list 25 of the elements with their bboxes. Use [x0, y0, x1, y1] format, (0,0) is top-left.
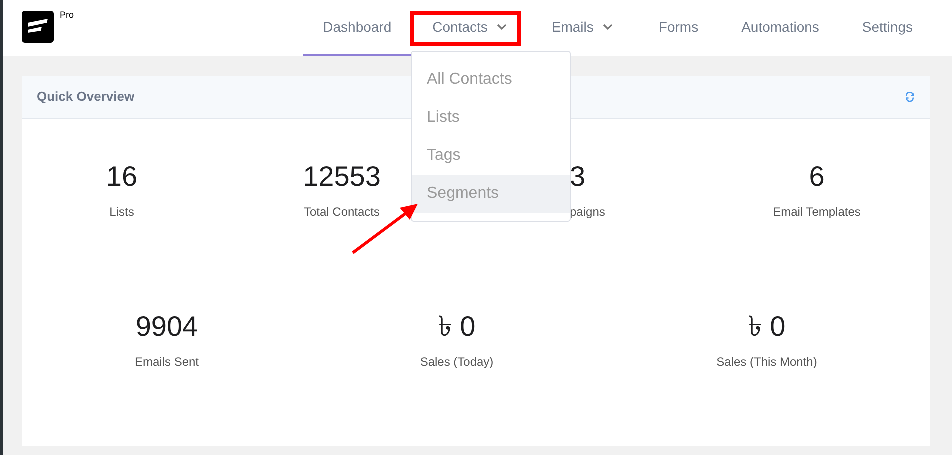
- nav-tab[interactable]: Automations: [720, 0, 840, 56]
- stat-value: ৳ 0: [748, 310, 786, 344]
- menu-item[interactable]: Segments: [412, 175, 570, 213]
- stat-value: ৳ 0: [438, 310, 476, 344]
- refresh-icon[interactable]: [905, 92, 915, 102]
- stat-label: paigns: [570, 204, 606, 221]
- stat-label: Emails Sent: [134, 354, 200, 371]
- stat-label: Lists: [110, 204, 134, 221]
- stat-value: 3: [570, 160, 586, 194]
- nav-tab[interactable]: Emails: [528, 0, 637, 56]
- stat-label: Total Contacts: [304, 204, 380, 221]
- stat-label: Sales (Today): [420, 354, 494, 371]
- nav-tab[interactable]: Dashboard: [303, 0, 412, 56]
- stat-value: 6: [809, 160, 825, 194]
- pro-label: Pro: [60, 9, 74, 22]
- stat-label: Sales (This Month): [716, 354, 818, 371]
- nav-tab[interactable]: Contacts: [412, 0, 528, 56]
- nav-tab[interactable]: Forms: [636, 0, 721, 56]
- stat-label: Email Templates: [773, 204, 861, 221]
- stat-value: 12553: [303, 160, 381, 194]
- nav-tab[interactable]: Settings: [840, 0, 935, 56]
- card-title: Quick Overview: [37, 88, 135, 106]
- logo-icon[interactable]: [22, 11, 54, 43]
- stat-value: 16: [106, 160, 138, 194]
- stat-value: 9904: [136, 310, 198, 344]
